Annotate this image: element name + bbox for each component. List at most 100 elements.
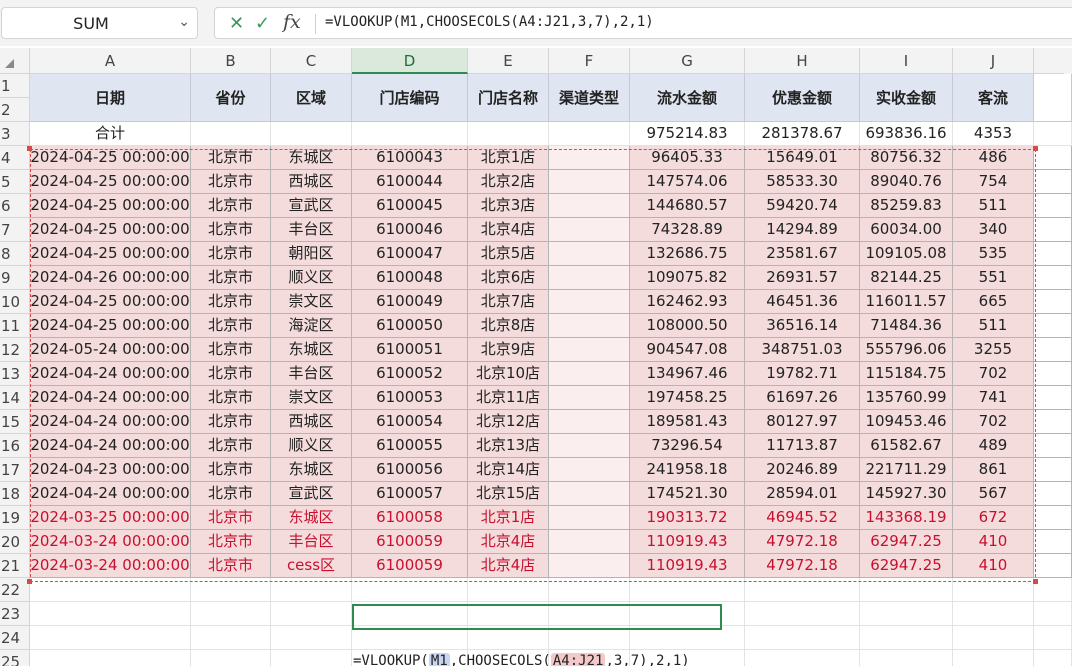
cell-a[interactable]: 2024-04-25 00:00:00 (30, 194, 191, 218)
cell-h[interactable]: 14294.89 (745, 218, 860, 242)
cell-h[interactable] (745, 626, 860, 650)
cell-g[interactable]: 109075.82 (630, 266, 745, 290)
cell-c[interactable]: cess区 (271, 554, 352, 578)
row-header[interactable]: 18 (0, 482, 30, 506)
row-header[interactable]: 11 (0, 314, 30, 338)
cell-b[interactable]: 北京市 (191, 410, 271, 434)
cell-j[interactable]: 486 (953, 146, 1034, 170)
cell-i[interactable]: 145927.30 (860, 482, 953, 506)
cell-b[interactable]: 北京市 (191, 530, 271, 554)
cell-e[interactable]: 北京2店 (468, 170, 549, 194)
cell-g[interactable]: 975214.83 (630, 122, 745, 146)
cell-c[interactable]: 东城区 (271, 338, 352, 362)
cell-j[interactable]: 741 (953, 386, 1034, 410)
cell-b[interactable]: 北京市 (191, 458, 271, 482)
cell-i[interactable]: 61582.67 (860, 434, 953, 458)
cell-f[interactable]: 渠道类型 (549, 74, 630, 122)
insert-function-icon[interactable]: fx (283, 11, 301, 33)
cell-i[interactable]: 60034.00 (860, 218, 953, 242)
chevron-down-icon[interactable]: ⌄ (178, 14, 190, 30)
cell-c[interactable] (271, 602, 352, 626)
row-header[interactable]: 13 (0, 362, 30, 386)
cell-e[interactable]: 北京4店 (468, 530, 549, 554)
cell-a[interactable]: 2024-04-24 00:00:00 (30, 482, 191, 506)
cell-e[interactable] (468, 602, 549, 626)
cell-b[interactable] (191, 602, 271, 626)
row-header[interactable]: 9 (0, 266, 30, 290)
cell-j[interactable]: 535 (953, 242, 1034, 266)
cell-e[interactable]: 北京9店 (468, 338, 549, 362)
cell-i[interactable]: 82144.25 (860, 266, 953, 290)
cell-i[interactable]: 555796.06 (860, 338, 953, 362)
cell-d[interactable]: 6100044 (352, 170, 468, 194)
cell-e[interactable]: 北京12店 (468, 410, 549, 434)
cell-b[interactable]: 北京市 (191, 482, 271, 506)
inline-formula-text[interactable]: =VLOOKUP(M1 ,CHOOSECOLS(A4:J21,3,7),2,1) (353, 650, 690, 666)
cell-a[interactable]: 2024-04-24 00:00:00 (30, 434, 191, 458)
cell-d[interactable]: 6100059 (352, 530, 468, 554)
cell-j[interactable] (953, 650, 1034, 666)
cell-e[interactable]: 北京4店 (468, 554, 549, 578)
range-handle[interactable] (1033, 579, 1038, 584)
cell-h[interactable]: 348751.03 (745, 338, 860, 362)
cell-g[interactable]: 134967.46 (630, 362, 745, 386)
cell-d[interactable]: 6100050 (352, 314, 468, 338)
cell-b[interactable]: 北京市 (191, 170, 271, 194)
cell-a[interactable]: 2024-04-25 00:00:00 (30, 290, 191, 314)
cell-b[interactable]: 北京市 (191, 146, 271, 170)
column-header-f[interactable]: F (549, 48, 630, 74)
cell-f[interactable] (549, 218, 630, 242)
row-header[interactable]: 4 (0, 146, 30, 170)
cell-f[interactable] (549, 170, 630, 194)
cell-h[interactable]: 59420.74 (745, 194, 860, 218)
row-header[interactable]: 8 (0, 242, 30, 266)
cell-e[interactable]: 北京13店 (468, 434, 549, 458)
name-box[interactable]: SUM ⌄ (1, 7, 198, 39)
cell-d[interactable]: 6100057 (352, 482, 468, 506)
cell-b[interactable]: 北京市 (191, 194, 271, 218)
row-header[interactable]: 23 (0, 602, 30, 626)
cell-b[interactable]: 北京市 (191, 266, 271, 290)
cell-c[interactable]: 丰台区 (271, 530, 352, 554)
cell-h[interactable]: 46945.52 (745, 506, 860, 530)
cell-c[interactable]: 宣武区 (271, 194, 352, 218)
row-header[interactable]: 6 (0, 194, 30, 218)
cell-f[interactable] (549, 362, 630, 386)
cell-f[interactable] (549, 194, 630, 218)
cell-h[interactable]: 28594.01 (745, 482, 860, 506)
cell-i[interactable]: 693836.16 (860, 122, 953, 146)
cell-b[interactable]: 省份 (191, 74, 271, 122)
cell-a[interactable]: 合计 (30, 122, 191, 146)
cell-i[interactable] (860, 578, 953, 602)
cell-g[interactable] (630, 626, 745, 650)
cell-e[interactable] (468, 122, 549, 146)
cell-d[interactable]: 6100055 (352, 434, 468, 458)
row-header[interactable]: 21 (0, 554, 30, 578)
cell-c[interactable]: 西城区 (271, 410, 352, 434)
cell-e[interactable]: 门店名称 (468, 74, 549, 122)
cell-g[interactable]: 189581.43 (630, 410, 745, 434)
row-header[interactable]: 24 (0, 626, 30, 650)
cell-b[interactable] (191, 122, 271, 146)
cell-i[interactable]: 135760.99 (860, 386, 953, 410)
row-header[interactable]: 7 (0, 218, 30, 242)
name-box-value[interactable]: SUM (2, 14, 180, 33)
cell-e[interactable]: 北京15店 (468, 482, 549, 506)
cell-f[interactable] (549, 266, 630, 290)
cell-h[interactable]: 15649.01 (745, 146, 860, 170)
cell-h[interactable]: 11713.87 (745, 434, 860, 458)
cell-d[interactable]: 6100047 (352, 242, 468, 266)
cell-c[interactable]: 丰台区 (271, 218, 352, 242)
formula-ref-range[interactable]: A4:J21 (550, 653, 606, 666)
cell-i[interactable]: 115184.75 (860, 362, 953, 386)
cell-d[interactable]: 门店编码 (352, 74, 468, 122)
row-header[interactable]: 10 (0, 290, 30, 314)
cell-g[interactable] (630, 602, 745, 626)
cell-c[interactable] (271, 626, 352, 650)
cell-b[interactable]: 北京市 (191, 506, 271, 530)
row-header[interactable]: 19 (0, 506, 30, 530)
cell-i[interactable] (860, 602, 953, 626)
cell-c[interactable]: 顺义区 (271, 266, 352, 290)
cell-b[interactable]: 北京市 (191, 554, 271, 578)
cell-d[interactable]: 6100053 (352, 386, 468, 410)
